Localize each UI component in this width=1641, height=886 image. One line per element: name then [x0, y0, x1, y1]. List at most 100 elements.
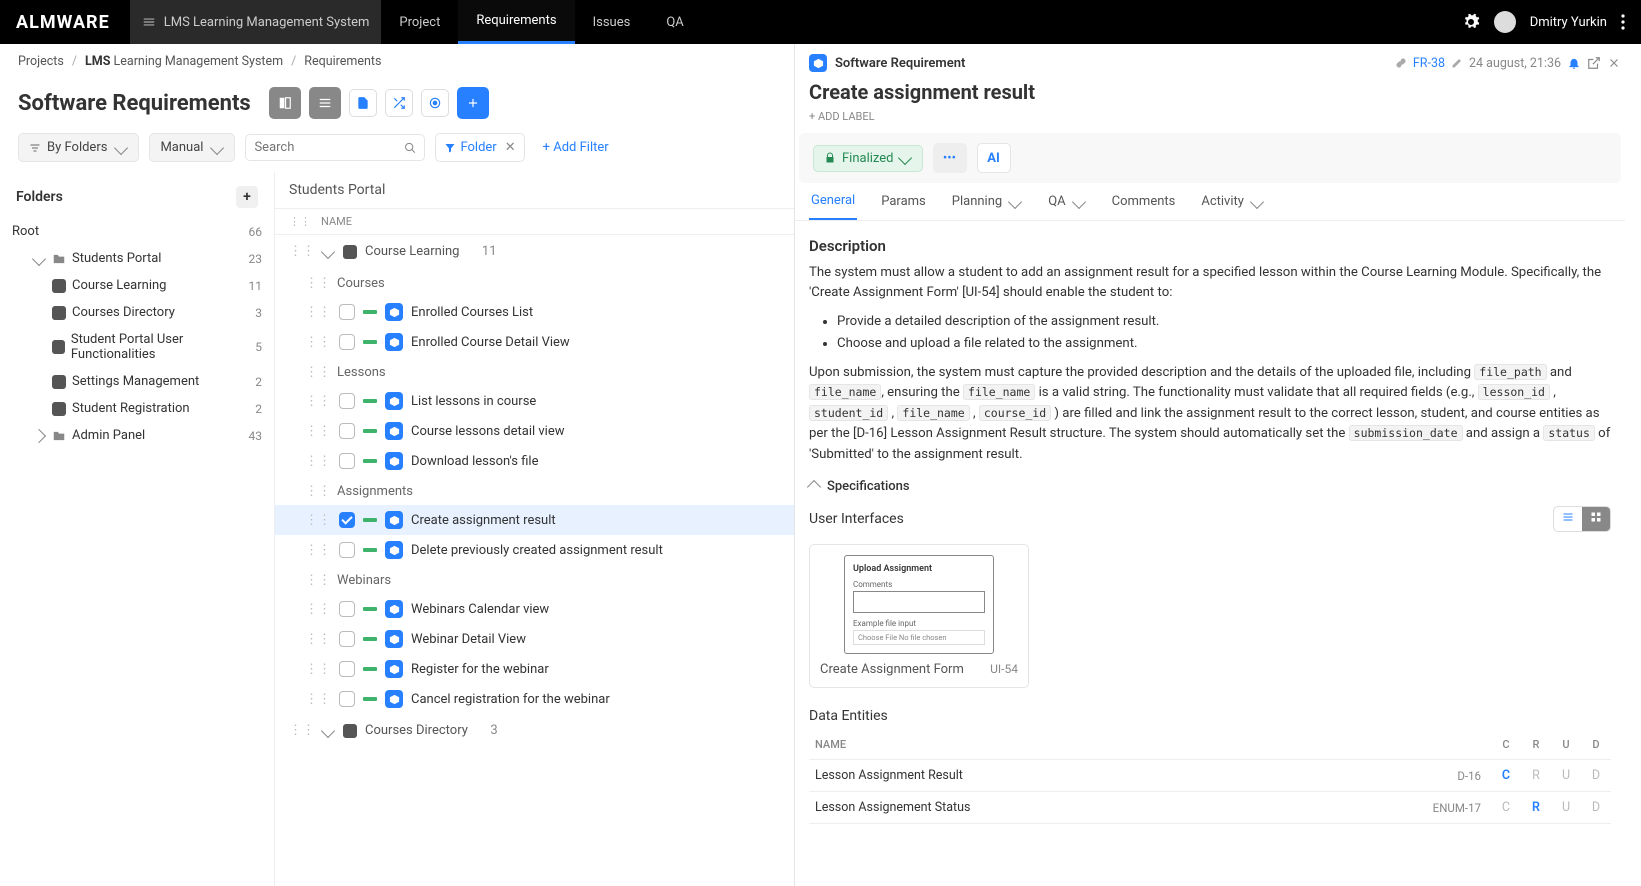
list-group[interactable]: ⋮⋮Courses Directory 3: [275, 714, 794, 747]
folder-courses-directory[interactable]: Courses Directory3: [12, 299, 262, 326]
sort-dropdown[interactable]: Manual: [149, 133, 235, 162]
tab-qa[interactable]: QA: [1046, 183, 1087, 220]
requirements-list: Students Portal ⋮⋮ NAME ⋮⋮Course Learnin…: [275, 172, 794, 886]
ui-card[interactable]: Upload Assignment Comments Example file …: [809, 544, 1029, 688]
add-button[interactable]: [457, 87, 489, 119]
external-link-icon[interactable]: [1587, 56, 1601, 70]
priority-indicator: [363, 667, 377, 671]
type-icon: [385, 333, 403, 351]
avatar[interactable]: [1494, 11, 1516, 33]
requirement-item[interactable]: ⋮⋮Course lessons detail view: [275, 416, 794, 446]
nav-issues[interactable]: Issues: [575, 0, 649, 44]
more-actions-button[interactable]: •••: [933, 143, 967, 173]
checkbox[interactable]: [339, 393, 355, 409]
sort-icon[interactable]: [362, 217, 372, 227]
bell-icon[interactable]: [1567, 56, 1581, 70]
nav-qa[interactable]: QA: [648, 0, 701, 44]
requirement-item[interactable]: ⋮⋮Download lesson's file: [275, 446, 794, 476]
checkbox[interactable]: [339, 631, 355, 647]
grid-view-icon[interactable]: [1582, 507, 1610, 531]
issue-key[interactable]: FR-38: [1413, 56, 1445, 71]
requirement-item[interactable]: ⋮⋮Webinars Calendar view: [275, 594, 794, 624]
checkbox[interactable]: [339, 334, 355, 350]
folder-students-portal[interactable]: Students Portal 23: [12, 245, 262, 272]
nav-requirements[interactable]: Requirements: [458, 0, 574, 44]
nav-project[interactable]: Project: [381, 0, 458, 44]
requirement-item[interactable]: ⋮⋮Create assignment result: [275, 505, 794, 535]
tab-planning[interactable]: Planning: [950, 183, 1024, 220]
folder-admin-panel[interactable]: Admin Panel 43: [12, 422, 262, 449]
tab-params[interactable]: Params: [879, 183, 928, 220]
requirement-item[interactable]: ⋮⋮Enrolled Courses List: [275, 297, 794, 327]
list-view-icon[interactable]: [1554, 507, 1582, 531]
checkbox[interactable]: [339, 304, 355, 320]
checkbox[interactable]: [339, 423, 355, 439]
checkbox[interactable]: [339, 542, 355, 558]
breadcrumb-item[interactable]: Projects: [18, 54, 64, 69]
description-body[interactable]: The system must allow a student to add a…: [795, 263, 1625, 465]
tab-activity[interactable]: Activity: [1199, 183, 1266, 220]
folders-sidebar: Folders + Root 66 Students Portal 23 Cou…: [0, 172, 275, 886]
project-selector[interactable]: LMS Learning Management System: [130, 0, 382, 44]
list-section-header: ⋮⋮Courses: [275, 268, 794, 297]
folder-user-functionalities[interactable]: Student Portal User Functionalities5: [12, 326, 262, 368]
data-entity-row[interactable]: Lesson Assignment ResultD-16 C R U D: [809, 760, 1611, 792]
filter-chip-folder[interactable]: Folder ✕: [435, 133, 524, 162]
requirement-item[interactable]: ⋮⋮Cancel registration for the webinar: [275, 684, 794, 714]
checkbox[interactable]: [339, 661, 355, 677]
column-name[interactable]: NAME: [321, 215, 352, 228]
type-icon: [385, 422, 403, 440]
group-by-dropdown[interactable]: By Folders: [18, 133, 139, 162]
requirement-item[interactable]: ⋮⋮Webinar Detail View: [275, 624, 794, 654]
specifications-toggle[interactable]: Specifications: [795, 465, 1625, 500]
checkbox[interactable]: [339, 691, 355, 707]
status-dropdown[interactable]: Finalized: [813, 145, 923, 172]
requirement-title: Download lesson's file: [411, 454, 538, 469]
add-folder-button[interactable]: +: [236, 186, 258, 208]
target-button[interactable]: [421, 89, 449, 117]
requirement-item[interactable]: ⋮⋮Register for the webinar: [275, 654, 794, 684]
folder-root[interactable]: Root 66: [12, 218, 262, 245]
layout-list-button[interactable]: [309, 87, 341, 119]
folder-settings-management[interactable]: Settings Management2: [12, 368, 262, 395]
checkbox[interactable]: [339, 601, 355, 617]
folder-icon: [52, 252, 66, 266]
breadcrumb-item: Requirements: [304, 54, 381, 69]
shuffle-button[interactable]: [385, 89, 413, 117]
list-section-header: ⋮⋮Assignments: [275, 476, 794, 505]
filter-remove-icon[interactable]: ✕: [505, 140, 516, 155]
add-filter-button[interactable]: + Add Filter: [535, 134, 617, 161]
tab-comments[interactable]: Comments: [1110, 183, 1178, 220]
folder-course-learning[interactable]: Course Learning11: [12, 272, 262, 299]
close-icon[interactable]: [1607, 56, 1621, 70]
folder-student-registration[interactable]: Student Registration2: [12, 395, 262, 422]
requirement-item[interactable]: ⋮⋮Enrolled Course Detail View: [275, 327, 794, 357]
data-entity-row[interactable]: Lesson Assignement StatusENUM-17 C R U D: [809, 792, 1611, 824]
ai-button[interactable]: AI: [977, 143, 1011, 173]
tab-general[interactable]: General: [809, 183, 857, 220]
edit-icon[interactable]: [1451, 57, 1463, 69]
kebab-icon[interactable]: [1621, 14, 1625, 30]
detail-panel: Software Requirement FR-38 24 august, 21…: [795, 44, 1641, 886]
priority-indicator: [363, 459, 377, 463]
settings-icon[interactable]: [1462, 13, 1480, 31]
search-input[interactable]: [245, 134, 425, 161]
link-icon[interactable]: [1395, 57, 1407, 69]
left-pane: Projects/ LMS LMS Learning Management Sy…: [0, 44, 795, 886]
requirement-title: Enrolled Course Detail View: [411, 335, 570, 350]
export-button[interactable]: [349, 89, 377, 117]
folder-icon: [52, 429, 66, 443]
layout-split-button[interactable]: [269, 87, 301, 119]
ui-card-id: UI-54: [990, 662, 1018, 677]
list-group[interactable]: ⋮⋮Course Learning 11: [275, 235, 794, 268]
add-label-button[interactable]: + ADD LABEL: [795, 106, 1625, 133]
module-icon: [343, 245, 357, 259]
checkbox[interactable]: [339, 512, 355, 528]
ui-view-toggle[interactable]: [1553, 506, 1611, 532]
detail-title[interactable]: Create assignment result: [795, 78, 1625, 106]
checkbox[interactable]: [339, 453, 355, 469]
list-section-header: ⋮⋮Lessons: [275, 357, 794, 386]
list-section-header: ⋮⋮Webinars: [275, 565, 794, 594]
requirement-item[interactable]: ⋮⋮List lessons in course: [275, 386, 794, 416]
requirement-item[interactable]: ⋮⋮Delete previously created assignment r…: [275, 535, 794, 565]
